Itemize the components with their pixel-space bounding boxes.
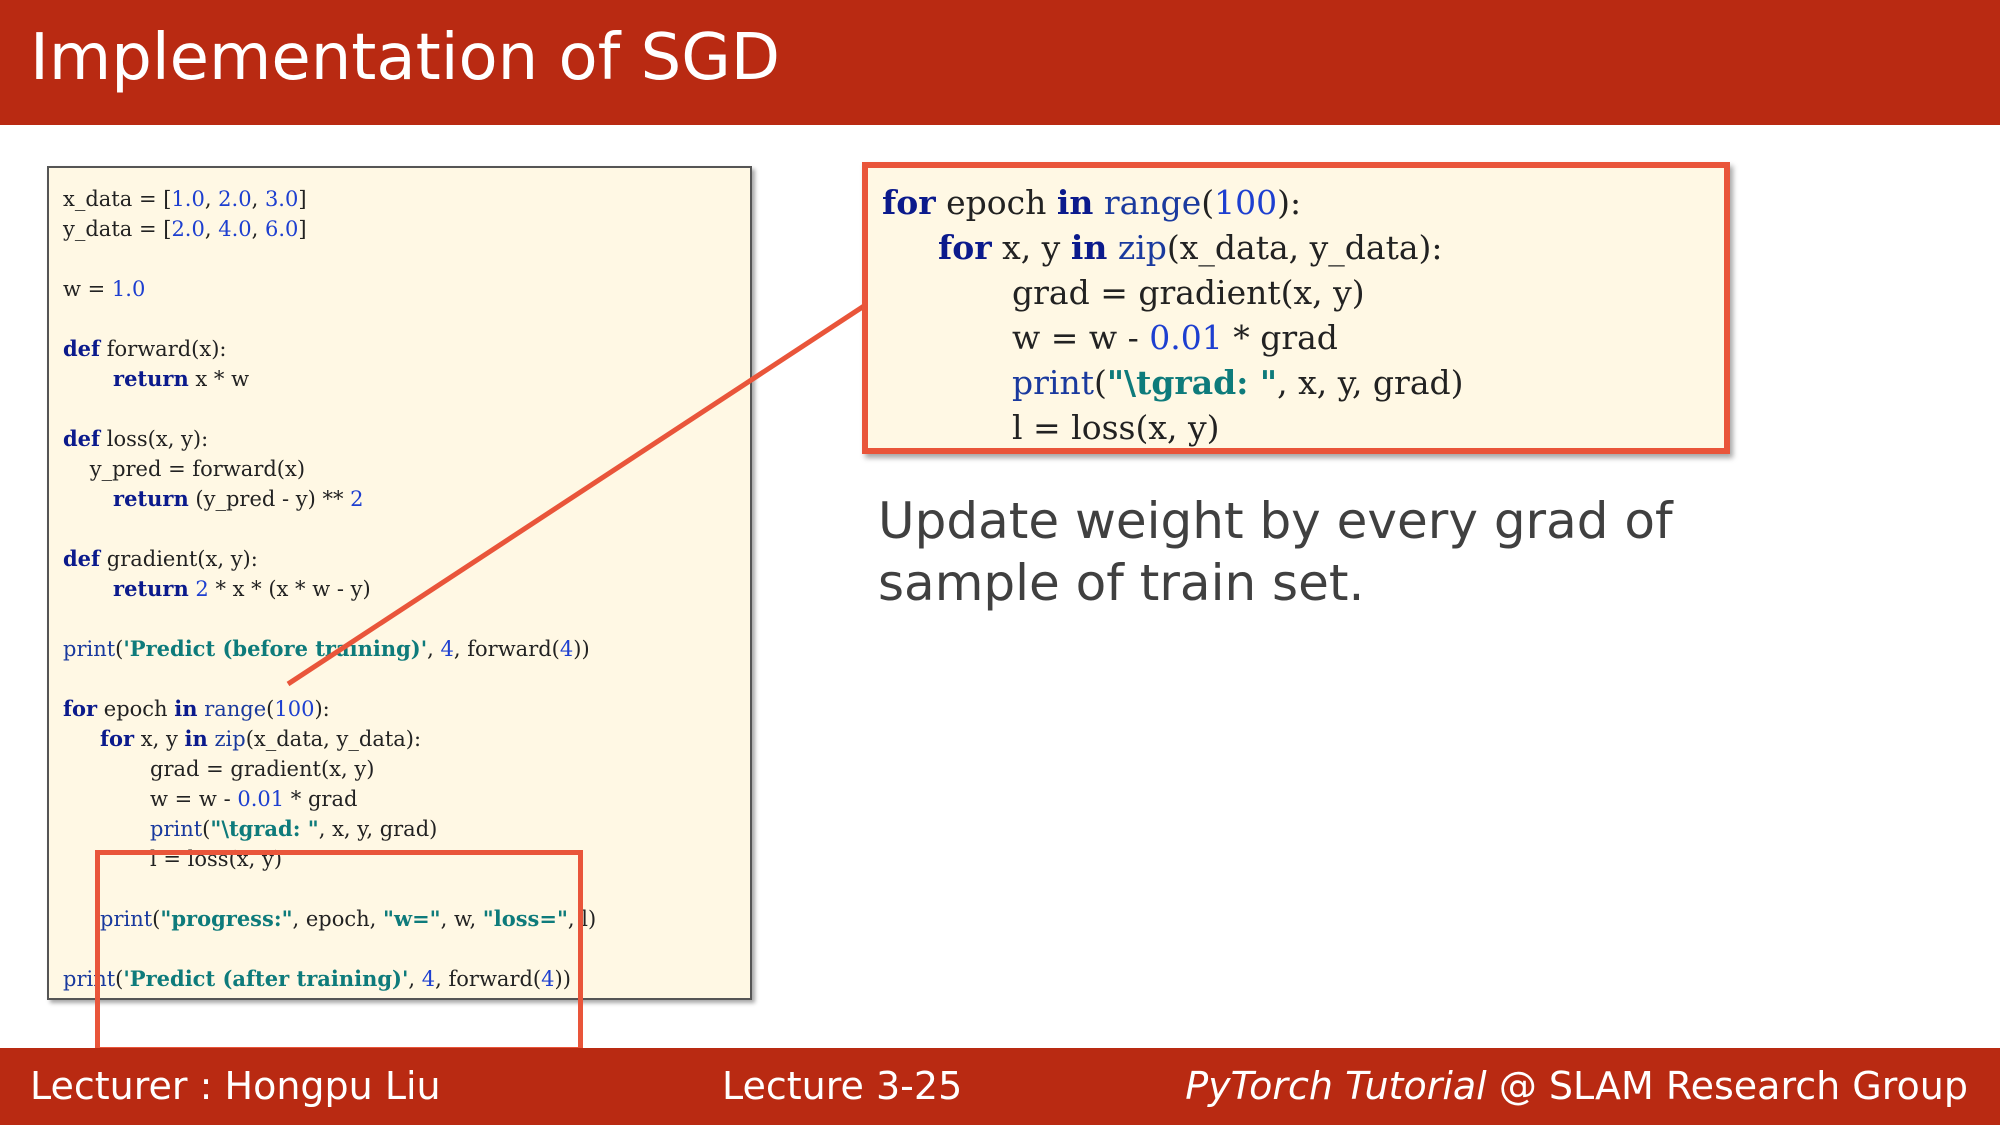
code-line-weight-update: w = w - 0.01 * grad xyxy=(150,787,358,811)
footer-banner: Lecturer : Hongpu Liu Lecture 3-25 PyTor… xyxy=(0,1048,2000,1125)
code-line-def-forward: def forward(x): xyxy=(63,336,227,361)
code-line-gradient-return: return 2 * x * (x * w - y) xyxy=(113,576,371,601)
code-line-print-grad: print("\tgrad: ", x, y, grad) xyxy=(150,816,438,841)
footer-group: PyTorch Tutorial @ SLAM Research Group xyxy=(1185,1064,1968,1108)
footer-lecture-number: Lecture 3-25 xyxy=(722,1064,963,1108)
code-line-x-data: x_data = [1.0, 2.0, 3.0] xyxy=(63,187,307,211)
slide-title: Implementation of SGD xyxy=(30,21,781,95)
code-line-def-gradient: def gradient(x, y): xyxy=(63,546,258,571)
footer-lecturer: Lecturer : Hongpu Liu xyxy=(30,1064,441,1108)
slide-caption: Update weight by every grad of sample of… xyxy=(878,490,1778,614)
footer-course: PyTorch Tutorial xyxy=(1185,1064,1487,1108)
code-line-y-data: y_data = [2.0, 4.0, 6.0] xyxy=(63,217,307,241)
code-line-predict-before: print('Predict (before training)', 4, fo… xyxy=(63,636,590,661)
zoom-line-weight-update: w = w - 0.01 * grad xyxy=(1012,318,1338,357)
code-line-loss-ypred: y_pred = forward(x) xyxy=(63,457,306,481)
code-line-grad-call: grad = gradient(x, y) xyxy=(150,757,375,781)
full-code-listing: x_data = [1.0, 2.0, 3.0] y_data = [2.0, … xyxy=(47,166,752,1052)
caption-line-2: sample of train set. xyxy=(878,554,1365,612)
code-line-for-epoch: for epoch in range(100): xyxy=(63,696,330,721)
zoom-line-for-epoch: for epoch in range(100): xyxy=(882,183,1302,222)
loop-highlight-box xyxy=(95,850,583,1052)
code-line-def-loss: def loss(x, y): xyxy=(63,426,209,451)
zoom-line-for-zip: for x, y in zip(x_data, y_data): xyxy=(938,228,1443,267)
zoomed-loop-callout: for epoch in range(100): for x, y in zip… xyxy=(862,162,1730,454)
caption-line-1: Update weight by every grad of xyxy=(878,492,1673,550)
zoom-line-grad-call: grad = gradient(x, y) xyxy=(1012,273,1365,312)
title-banner: Implementation of SGD xyxy=(0,0,2000,125)
footer-research-group: @ SLAM Research Group xyxy=(1486,1064,1968,1108)
code-line-for-zip: for x, y in zip(x_data, y_data): xyxy=(100,726,422,751)
zoom-line-print-grad: print("\tgrad: ", x, y, grad) xyxy=(1012,363,1464,402)
code-line-w-init: w = 1.0 xyxy=(63,277,146,301)
code-line-loss-return: return (y_pred - y) ** 2 xyxy=(113,486,364,511)
code-line-forward-return: return x * w xyxy=(113,366,250,391)
zoom-line-loss-call: l = loss(x, y) xyxy=(1012,408,1220,447)
